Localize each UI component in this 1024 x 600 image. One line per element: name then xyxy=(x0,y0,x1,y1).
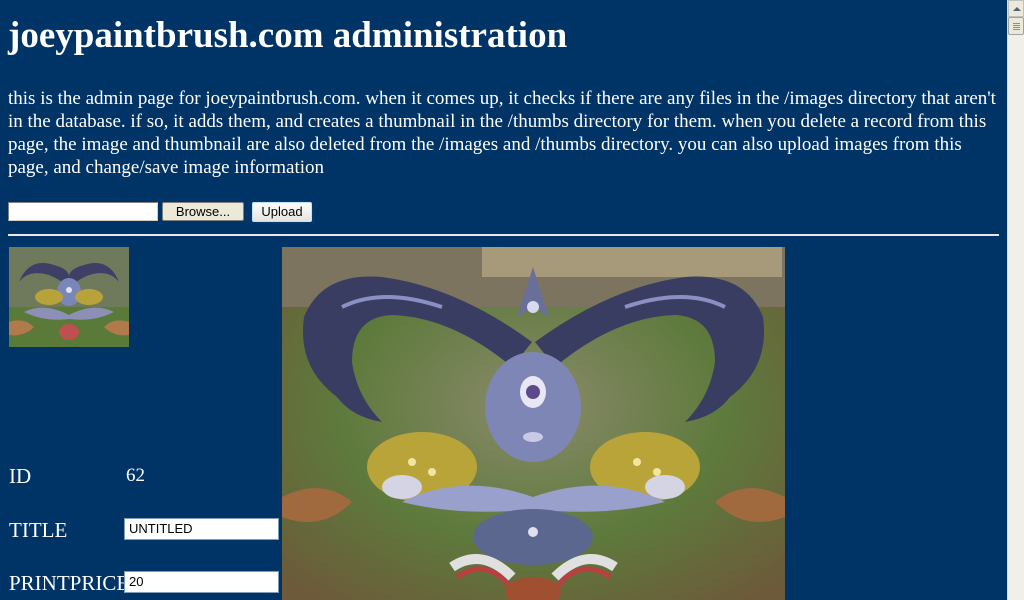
scrollbar-thumb[interactable] xyxy=(1008,17,1024,35)
page-title: joeypaintbrush.com administration xyxy=(8,15,568,56)
file-path-input[interactable] xyxy=(8,202,158,221)
grip-icon xyxy=(1013,23,1020,30)
admin-page: joeypaintbrush.com administration this i… xyxy=(0,0,1007,600)
thumbnail-image[interactable] xyxy=(9,247,129,347)
title-label: TITLE xyxy=(9,518,68,542)
id-label: ID xyxy=(9,464,32,488)
title-input[interactable]: UNTITLED xyxy=(124,518,279,540)
printprice-label: PRINTPRICE xyxy=(9,571,130,595)
painting-image xyxy=(282,247,785,600)
intro-text: this is the admin page for joeypaintbrus… xyxy=(8,88,996,178)
printprice-input[interactable]: 20 xyxy=(124,571,279,593)
divider xyxy=(8,234,999,236)
browse-button[interactable]: Browse... xyxy=(162,202,244,221)
vertical-scrollbar[interactable] xyxy=(1007,0,1024,600)
id-value: 62 xyxy=(126,465,145,486)
scroll-up-arrow-icon[interactable] xyxy=(1008,0,1024,17)
upload-button[interactable]: Upload xyxy=(251,201,313,223)
